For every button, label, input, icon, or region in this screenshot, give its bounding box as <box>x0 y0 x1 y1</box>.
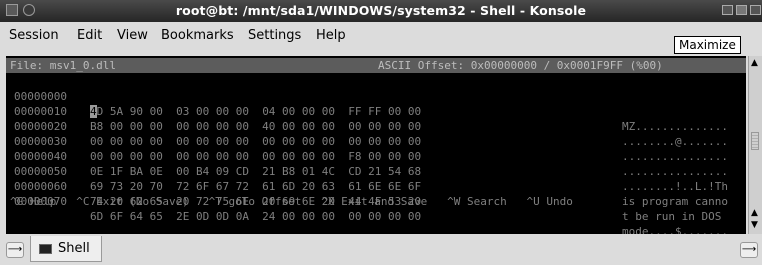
menu-view[interactable]: View <box>117 28 148 43</box>
scroll-up-icon[interactable]: ▲ <box>751 208 758 218</box>
hex-row: 00000020 00 00 00 00 00 00 00 00 00 00 0… <box>10 104 728 163</box>
maximize-tooltip: Maximize <box>674 36 741 54</box>
hex-row: 00000050 69 73 20 70 72 6F 67 72 61 6D 2… <box>10 149 728 208</box>
close-tab-icon[interactable]: ⟶ <box>740 242 758 258</box>
maximize-button[interactable] <box>736 5 747 15</box>
window-title: root@bt: /mnt/sda1/WINDOWS/system32 - Sh… <box>175 3 587 18</box>
scroll-thumb[interactable] <box>751 132 759 150</box>
minimize-button[interactable] <box>722 5 733 15</box>
menu-settings[interactable]: Settings <box>248 28 301 43</box>
menu-help[interactable]: Help <box>316 28 346 43</box>
tab-shell[interactable]: Shell <box>30 236 102 262</box>
row-ascii: ................ <box>622 150 728 163</box>
tab-shell-label: Shell <box>58 241 90 256</box>
title-bar: root@bt: /mnt/sda1/WINDOWS/system32 - Sh… <box>0 0 762 22</box>
offset-status: ASCII Offset: 0x00000000 / 0x0001F9FF (%… <box>378 59 663 72</box>
row-ascii: ........!..L.!Th <box>622 180 728 193</box>
row-hex-bytes: 00 00 00 00 00 00 00 00 00 00 00 00 F8 0… <box>90 150 422 163</box>
cursor: 4 <box>90 105 97 118</box>
row-hex-rest: D 5A 90 00 03 00 00 00 04 00 00 00 FF FF… <box>96 105 422 118</box>
hex-row: 00000000 4D 5A 90 00 03 00 00 00 04 00 0… <box>10 74 728 133</box>
tab-bar: ⟶ Shell ⟶ <box>0 234 762 265</box>
row-hex-bytes: 6D 6F 64 65 2E 0D 0D 0A 24 00 00 00 00 0… <box>90 210 422 223</box>
scroll-up-icon[interactable]: ▲ <box>751 58 758 68</box>
new-tab-icon[interactable]: ⟶ <box>6 242 24 258</box>
close-button[interactable] <box>750 5 761 15</box>
row-hex-bytes: 0E 1F BA 0E 00 B4 09 CD 21 B8 01 4C CD 2… <box>90 165 422 178</box>
hex-row: 00000070 6D 6F 64 65 2E 0D 0D 0A 24 00 0… <box>10 179 728 238</box>
menu-edit[interactable]: Edit <box>77 28 102 43</box>
hex-row: 00000040 0E 1F BA 0E 00 B4 09 CD 21 B8 0… <box>10 134 728 193</box>
row-ascii: ........@....... <box>622 135 728 148</box>
terminal-icon <box>39 244 52 254</box>
row-hex-bytes: 4D 5A 90 00 03 00 00 00 04 00 00 00 FF F… <box>90 104 421 119</box>
hex-row: 00000060 74 20 62 65 20 72 75 6E 20 69 6… <box>10 164 721 223</box>
row-ascii: is program canno <box>622 195 728 208</box>
menu-bookmarks[interactable]: Bookmarks <box>161 28 234 43</box>
terminal-view[interactable]: File: msv1_0.dll ASCII Offset: 0x0000000… <box>6 56 746 238</box>
file-name-label: File: msv1_0.dll <box>10 59 116 72</box>
row-ascii: ................ <box>622 165 728 178</box>
hex-row: 00000030 00 00 00 00 00 00 00 00 00 00 0… <box>10 119 728 178</box>
menu-bar: Session Edit View Bookmarks Settings Hel… <box>0 22 762 56</box>
row-hex-bytes: B8 00 00 00 00 00 00 00 40 00 00 00 00 0… <box>90 120 422 133</box>
row-hex-bytes: 00 00 00 00 00 00 00 00 00 00 00 00 00 0… <box>90 135 422 148</box>
row-ascii: MZ.............. <box>622 120 728 133</box>
help-bar: ^G Help ^C Exit (No Save) ^T goTo Offset… <box>10 195 573 208</box>
row-ascii: t be run in DOS <box>622 210 728 223</box>
hex-row: 00000010 B8 00 00 00 00 00 00 00 40 00 0… <box>10 89 728 148</box>
menu-session[interactable]: Session <box>9 28 59 43</box>
row-hex-bytes: 69 73 20 70 72 6F 67 72 61 6D 20 63 61 6… <box>90 180 422 193</box>
hex-editor-status-line: File: msv1_0.dll ASCII Offset: 0x0000000… <box>6 58 746 73</box>
scroll-down-icon[interactable]: ▼ <box>751 220 758 230</box>
terminal-scrollbar[interactable]: ▲ ▲ ▼ <box>748 56 762 234</box>
